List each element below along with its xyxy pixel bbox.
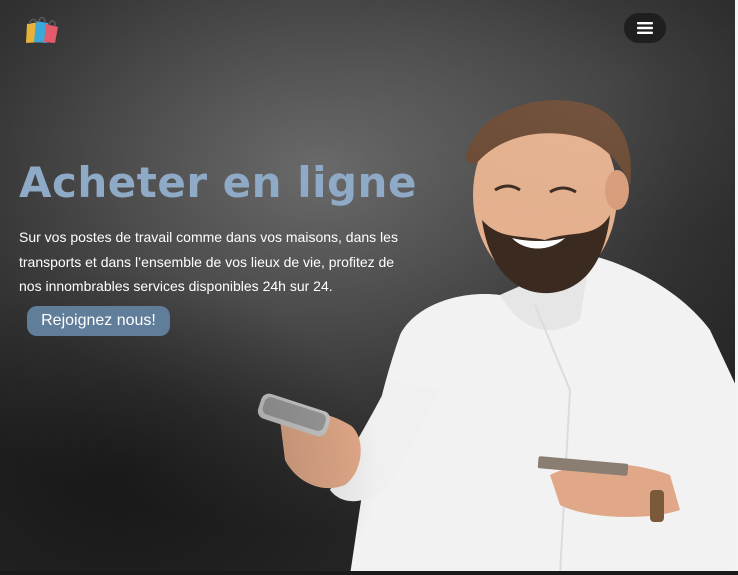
bottom-strip bbox=[0, 571, 738, 575]
hero-description: Sur vos postes de travail comme dans vos… bbox=[19, 229, 398, 294]
shopping-bags-icon[interactable] bbox=[22, 15, 62, 45]
join-button[interactable]: Rejoignez nous! bbox=[27, 306, 170, 336]
hero-title: Acheter en ligne bbox=[19, 158, 417, 207]
hamburger-icon bbox=[637, 22, 653, 34]
menu-button[interactable] bbox=[624, 13, 666, 43]
